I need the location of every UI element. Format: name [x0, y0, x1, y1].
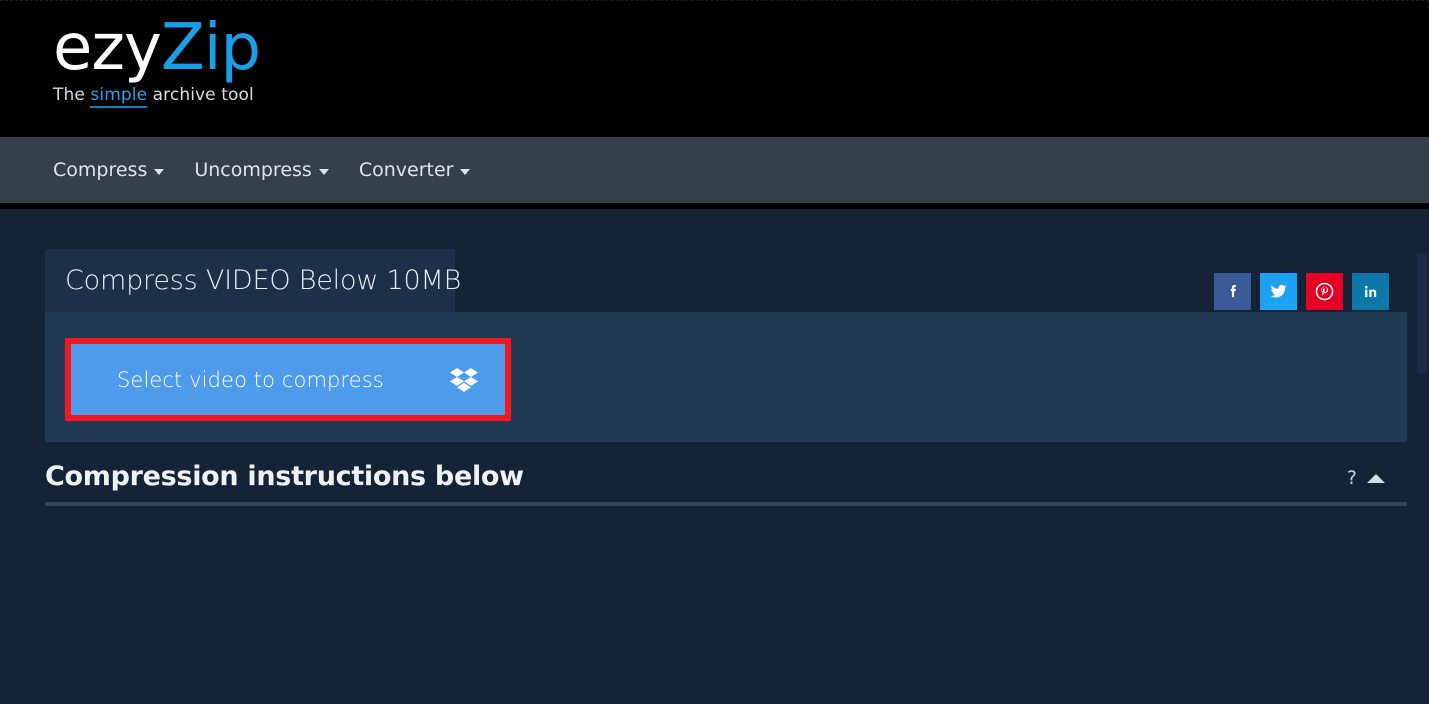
compress-card: Compress VIDEO Below 10MB Select video t… [45, 249, 1407, 442]
twitter-icon [1270, 284, 1287, 298]
select-video-button[interactable]: Select video to compress [71, 344, 505, 415]
main-content: Compress VIDEO Below 10MB Select video t… [0, 209, 1429, 704]
nav-item-converter[interactable]: Converter [359, 159, 471, 181]
facebook-icon [1230, 284, 1236, 297]
tagline-prefix: The [53, 84, 91, 105]
instructions-controls: ? [1347, 469, 1407, 492]
site-header: ezyZip The simple archive tool [0, 0, 1429, 137]
scrollbar-thumb[interactable] [1417, 253, 1427, 373]
select-video-button-highlight[interactable]: Select video to compress [65, 338, 511, 421]
card-body: Select video to compress [45, 312, 1407, 442]
dropbox-icon [450, 367, 478, 392]
select-video-button-label: Select video to compress [117, 367, 384, 392]
linkedin-icon [1364, 285, 1376, 297]
instructions-section: Compression instructions below ? [45, 461, 1407, 506]
nav-label-compress: Compress [53, 159, 148, 181]
site-logo[interactable]: ezyZip The simple archive tool [53, 15, 261, 108]
logo-ezy-text: ezy [53, 11, 162, 85]
share-linkedin-button[interactable] [1352, 273, 1389, 310]
main-navigation: Compress Uncompress Converter [0, 137, 1429, 209]
nav-label-converter: Converter [358, 159, 454, 181]
tagline-suffix: archive tool [147, 84, 254, 105]
nav-item-compress[interactable]: Compress [53, 159, 165, 181]
chevron-down-icon [460, 168, 471, 175]
share-pinterest-button[interactable] [1306, 273, 1343, 310]
card-tab-active[interactable]: Compress VIDEO Below 10MB [45, 249, 461, 312]
chevron-down-icon [154, 168, 165, 175]
share-facebook-button[interactable] [1214, 273, 1251, 310]
instructions-divider [45, 502, 1407, 506]
nav-item-uncompress[interactable]: Uncompress [194, 159, 329, 181]
share-twitter-button[interactable] [1260, 273, 1297, 310]
logo-zip-text: Zip [160, 11, 261, 85]
instructions-title: Compression instructions below [45, 461, 524, 492]
site-tagline: The simple archive tool [53, 84, 260, 108]
tagline-highlight: simple [90, 84, 148, 108]
help-icon[interactable]: ? [1347, 469, 1357, 488]
logo-wordmark: ezyZip [53, 15, 261, 82]
chevron-up-icon[interactable] [1367, 474, 1385, 483]
window-top-edge [0, 0, 1429, 3]
card-title: Compress VIDEO Below 10MB [65, 265, 462, 296]
social-share-bar [1214, 273, 1389, 310]
pinterest-icon [1315, 282, 1334, 301]
chevron-down-icon [318, 168, 329, 175]
instructions-header-row: Compression instructions below ? [45, 461, 1407, 502]
nav-label-uncompress: Uncompress [194, 159, 312, 181]
page-scrollbar[interactable] [1415, 209, 1429, 704]
